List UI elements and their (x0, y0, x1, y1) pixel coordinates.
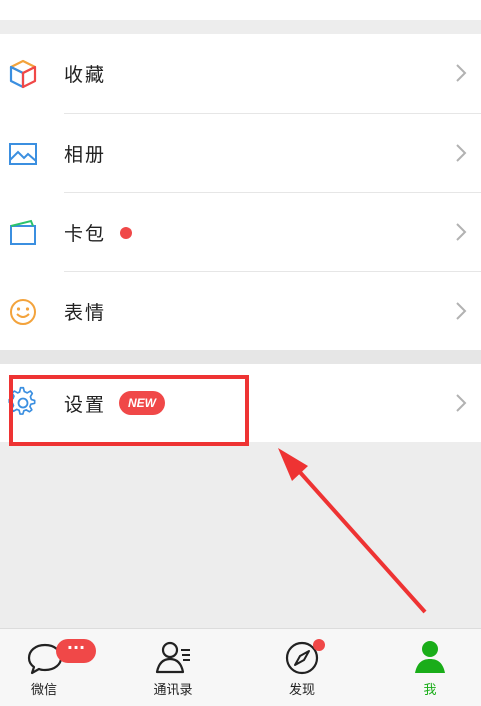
tab-label: 通讯录 (153, 683, 193, 698)
chevron-right-icon (456, 64, 467, 82)
unread-badge: ··· (56, 639, 96, 663)
settings-highlight-box (9, 375, 249, 446)
tab-label: 我 (423, 683, 437, 698)
smiley-icon (10, 299, 36, 325)
menu-group: 收藏 相册 卡包 表情 (0, 34, 481, 350)
menu-item-label: 卡包 (64, 223, 107, 245)
tab-label: 发现 (288, 683, 315, 698)
chevron-right-icon (456, 394, 467, 412)
top-strip (0, 0, 481, 20)
menu-item-label: 表情 (64, 302, 107, 324)
menu-item-album[interactable]: 相册 (0, 114, 481, 193)
person-icon (415, 641, 445, 673)
tab-me[interactable]: 我 (370, 629, 481, 706)
contacts-icon (155, 641, 190, 674)
section-gap (0, 350, 481, 364)
tab-chats[interactable]: ··· 微信 (0, 629, 120, 706)
card-wallet-icon (10, 219, 36, 245)
menu-item-label: 收藏 (64, 64, 107, 86)
chevron-right-icon (456, 302, 467, 320)
bottom-tab-bar: ··· 微信 通讯录 发现 我 (0, 628, 481, 706)
notification-dot (120, 227, 132, 239)
tab-contacts[interactable]: 通讯录 (113, 629, 233, 706)
menu-item-favorites[interactable]: 收藏 (0, 34, 481, 113)
menu-item-label: 相册 (64, 144, 107, 166)
photo-album-icon (9, 143, 37, 165)
tab-label: 微信 (30, 683, 57, 698)
tab-discover[interactable]: 发现 (242, 629, 362, 706)
chevron-right-icon (456, 223, 467, 241)
chevron-right-icon (456, 144, 467, 162)
menu-item-card-wallet[interactable]: 卡包 (0, 193, 481, 272)
notification-dot (313, 639, 325, 651)
favorites-cube-icon (9, 59, 37, 89)
menu-item-stickers[interactable]: 表情 (0, 272, 481, 351)
section-gap (0, 20, 481, 34)
